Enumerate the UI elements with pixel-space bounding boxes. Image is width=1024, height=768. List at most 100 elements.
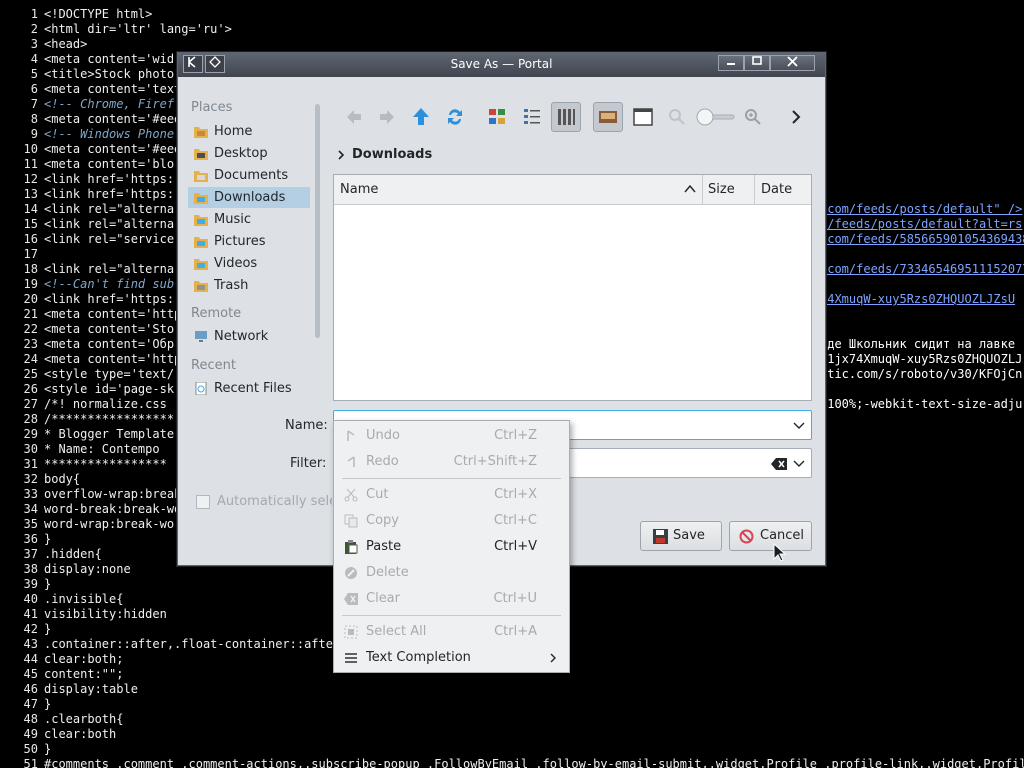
- code-text: <!--Can't find sub: [44, 277, 175, 291]
- places-item-home[interactable]: Home: [188, 121, 310, 142]
- code-line: 48 .clearboth{: [0, 712, 124, 727]
- parent-folder-button[interactable]: [406, 102, 436, 132]
- line-number: 23: [23, 337, 38, 351]
- code-line: 19 <!--Can't find sub: [0, 277, 175, 292]
- line-number: 50: [23, 742, 38, 756]
- auto-extension-checkbox[interactable]: [196, 495, 210, 509]
- line-number: 43: [23, 637, 38, 651]
- code-text: <link href='https:: [44, 292, 175, 306]
- code-text: visibility:hidden: [44, 607, 167, 621]
- code-text: <link rel="service: [44, 232, 175, 246]
- menu-item-clear[interactable]: Clear Ctrl+U: [334, 587, 569, 611]
- compact-view-button[interactable]: [517, 102, 547, 132]
- menu-item-paste[interactable]: Paste Ctrl+V: [334, 535, 569, 559]
- menu-item-delete[interactable]: Delete: [334, 561, 569, 585]
- places-item-recent-files[interactable]: Recent Files: [188, 378, 310, 399]
- recent-files-icon: [195, 382, 207, 395]
- menu-item-cut[interactable]: Cut Ctrl+X: [334, 483, 569, 507]
- code-line: 28 /*****************: [0, 412, 175, 427]
- places-item-label: Home: [214, 124, 253, 139]
- breadcrumb-downloads[interactable]: Downloads: [352, 147, 432, 162]
- places-item-trash[interactable]: Trash: [188, 275, 310, 296]
- line-number: 27: [23, 397, 38, 411]
- places-item-label: Music: [214, 212, 251, 227]
- code-line: 12 <link href='https:: [0, 172, 175, 187]
- menu-item-copy[interactable]: Copy Ctrl+C: [334, 509, 569, 533]
- places-item-videos[interactable]: Videos: [188, 253, 310, 274]
- auto-extension-label: Automatically select: [217, 494, 332, 509]
- line-number: 51: [23, 757, 38, 768]
- name-label: Name:: [285, 418, 328, 433]
- menu-item-text-completion[interactable]: Text Completion: [334, 646, 569, 670]
- icons-view-button[interactable]: [482, 102, 512, 132]
- line-number: 25: [23, 367, 38, 381]
- zoom-in-button[interactable]: [738, 102, 768, 132]
- maximize-button[interactable]: [744, 55, 770, 71]
- code-line: 22 <meta content='Sto: [0, 322, 175, 337]
- title-bar[interactable]: Save As — Portal: [178, 53, 825, 77]
- forward-button[interactable]: [372, 102, 402, 132]
- code-text-right[interactable]: .com/feeds/posts/default" />: [820, 202, 1022, 217]
- cancel-button[interactable]: Cancel: [729, 521, 812, 551]
- places-scrollbar[interactable]: [315, 104, 320, 338]
- code-line: 2 <html dir='ltr' lang='ru'>: [0, 22, 232, 37]
- code-text: <link href='https:: [44, 187, 175, 201]
- places-item-network[interactable]: Network: [188, 326, 310, 347]
- places-item-pictures[interactable]: Pictures: [188, 231, 310, 252]
- reload-button[interactable]: [440, 102, 470, 132]
- menu-item-redo[interactable]: Redo Ctrl+Shift+Z: [334, 450, 569, 474]
- places-item-documents[interactable]: Documents: [188, 165, 310, 186]
- zoom-slider[interactable]: [694, 102, 736, 132]
- zoom-slider-icon: [696, 108, 735, 126]
- preview-button[interactable]: [593, 102, 623, 132]
- menu-separator: [342, 478, 561, 479]
- line-number: 2: [30, 22, 38, 36]
- line-number: 30: [23, 442, 38, 456]
- places-item-downloads[interactable]: Downloads: [188, 187, 310, 208]
- places-item-desktop[interactable]: Desktop: [188, 143, 310, 164]
- line-number: 5: [30, 67, 38, 81]
- chevron-down-icon[interactable]: [793, 459, 805, 469]
- zoom-out-button[interactable]: [662, 102, 692, 132]
- close-button[interactable]: [770, 55, 815, 71]
- places-item-music[interactable]: Music: [188, 209, 310, 230]
- code-text-right[interactable]: n/feeds/posts/default?alt=rs: [820, 217, 1022, 232]
- code-line: 1 <!DOCTYPE html>: [0, 7, 153, 22]
- clear-text-icon[interactable]: [771, 458, 787, 470]
- more-toolbar-button[interactable]: [781, 102, 811, 132]
- code-text: <!-- Windows Phone: [44, 127, 175, 141]
- code-text: .invisible{: [44, 592, 124, 606]
- column-header-size[interactable]: Size: [708, 182, 735, 197]
- recent-section-header: Recent: [191, 358, 236, 373]
- menu-item-undo[interactable]: Undo Ctrl+Z: [334, 424, 569, 448]
- code-line: 34 word-break:break-wo: [0, 502, 182, 517]
- code-text-right[interactable]: 74XmuqW-xuy5Rzs0ZHQUOZLJZsU: [820, 292, 1015, 307]
- split-view-button[interactable]: [628, 102, 658, 132]
- code-text: <meta content='text: [44, 82, 182, 96]
- column-header-date[interactable]: Date: [761, 182, 792, 197]
- column-header-name[interactable]: Name: [340, 182, 378, 197]
- code-text-right[interactable]: .com/feeds/733465469511152077: [820, 262, 1024, 277]
- menu-item-select-all[interactable]: Select All Ctrl+A: [334, 620, 569, 644]
- line-number: 15: [23, 217, 38, 231]
- chevron-down-icon[interactable]: [793, 421, 805, 431]
- code-line: 15 <link rel="alterna: [0, 217, 175, 232]
- line-number: 49: [23, 727, 38, 741]
- code-text-right[interactable]: .com/feeds/585665901054369438: [820, 232, 1024, 247]
- minimize-button[interactable]: [718, 55, 744, 71]
- file-list[interactable]: Name Size Date: [333, 174, 812, 401]
- line-number: 48: [23, 712, 38, 726]
- code-line: 9 <!-- Windows Phone: [0, 127, 174, 142]
- line-number: 17: [23, 247, 38, 261]
- floppy-disk-icon: [653, 529, 668, 544]
- details-view-button[interactable]: [551, 102, 581, 132]
- back-button[interactable]: [339, 102, 369, 132]
- code-line: 4 <meta content='wid: [0, 52, 174, 67]
- save-button[interactable]: Save: [640, 521, 722, 551]
- code-line: 7 <!-- Chrome, Firef: [0, 97, 174, 112]
- code-text-right: аде Школьник сидит на лавке: [820, 337, 1016, 351]
- code-line: 21 <meta content='http: [0, 307, 182, 322]
- code-line: 37 .hidden{: [0, 547, 102, 562]
- paste-icon: [345, 540, 358, 554]
- code-text: <meta content='Sto: [44, 322, 175, 336]
